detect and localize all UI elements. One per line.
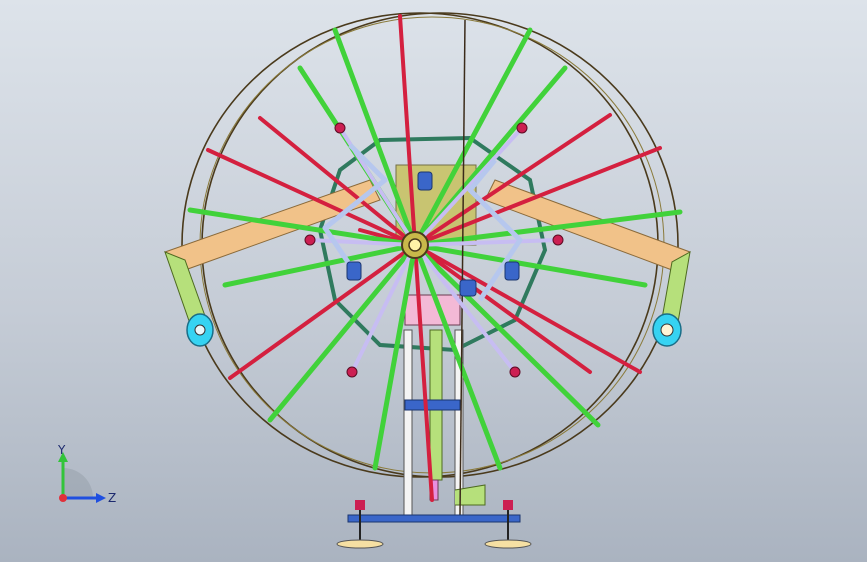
side-wheel-right <box>652 313 682 347</box>
triad-origin <box>59 494 67 502</box>
y-axis-label: Y <box>57 443 66 457</box>
triad-quadrant <box>63 468 93 498</box>
base-assembly <box>336 500 532 549</box>
z-axis-arrow-head <box>96 493 106 503</box>
center-hub <box>401 231 429 259</box>
z-axis-label: Z <box>108 491 116 505</box>
orientation-triad[interactable]: Y Z <box>48 438 128 518</box>
side-wheel-left <box>186 313 214 347</box>
cad-viewport[interactable] <box>0 0 867 562</box>
